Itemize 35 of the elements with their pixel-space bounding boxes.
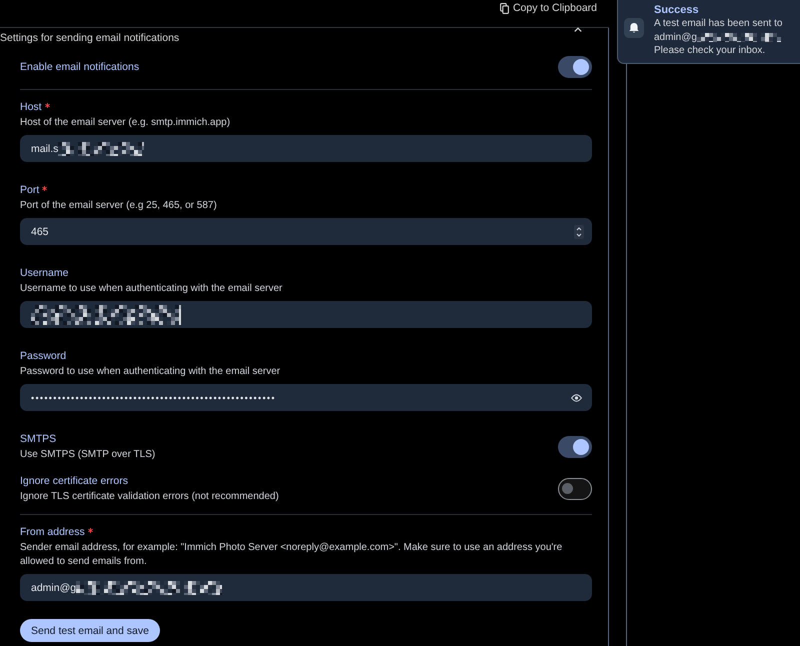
setting-label: Username (20, 266, 68, 280)
input-field[interactable]: mail.s (20, 135, 592, 162)
send-test-email-button[interactable]: Send test email and save (20, 619, 160, 642)
input-field[interactable]: 465 (20, 218, 592, 245)
input-field[interactable]: ••••••••••••••••••••••••••••••••••••••••••••••••••••••• (20, 384, 592, 411)
copy-to-clipboard-button[interactable]: Copy to Clipboard (500, 1, 597, 15)
setting-label: Ignore certificate errors (20, 474, 128, 488)
setting-label: Host (20, 100, 42, 114)
setting-label: Port (20, 183, 40, 197)
toast-message: admin@g (654, 30, 697, 44)
setting-description: Sender email address, for example: "Immich Photo Server <noreply@example.com>". Make sure to use an address you're allowed to send emails from. (20, 541, 564, 569)
input-field[interactable]: admin@g (20, 574, 592, 601)
input-field[interactable] (20, 301, 592, 328)
copy-icon (500, 2, 509, 14)
spinner-icon[interactable] (574, 224, 584, 238)
chevron-up-icon[interactable] (574, 27, 582, 32)
setting-description: Password to use when authenticating with the email server (20, 365, 282, 379)
setting-label: From address (20, 525, 85, 539)
setting-label: Enable email notifications (20, 60, 140, 74)
toggle-switch[interactable] (558, 478, 592, 500)
toggle-switch[interactable] (558, 436, 592, 458)
panel-description: Settings for sending email notifications (0, 31, 180, 45)
setting-description: Use SMTPS (SMTP over TLS) (20, 448, 156, 462)
toast-message: A test email has been sent to (654, 17, 782, 30)
eye-icon[interactable] (571, 394, 582, 402)
setting-description: Username to use when authenticating with the email server (20, 282, 284, 296)
bell-icon (624, 18, 644, 38)
setting-label: Password (20, 349, 66, 363)
toast-message: Please check your inbox. (654, 44, 766, 58)
setting-description: Host of the email server (e.g. smtp.immich.app) (20, 116, 232, 130)
toggle-switch[interactable] (558, 56, 592, 78)
setting-label: SMTPS (20, 432, 56, 446)
setting-description: Ignore TLS certificate validation errors (not recommended) (20, 490, 279, 504)
toast-title: Success (654, 3, 700, 17)
setting-description: Port of the email server (e.g 25, 465, or 587) (20, 199, 218, 213)
